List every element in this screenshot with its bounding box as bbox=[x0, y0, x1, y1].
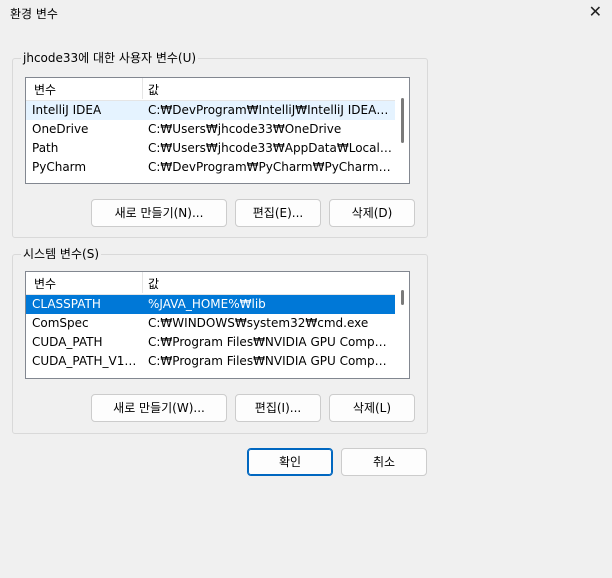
vertical-scrollbar[interactable] bbox=[395, 78, 409, 183]
user-variables-group: jhcode33에 대한 사용자 변수(U) 변수 값 IntelliJ IDE… bbox=[12, 50, 428, 238]
variable-name: IntelliJ IDEA bbox=[32, 103, 102, 117]
variable-name: Path bbox=[32, 141, 59, 155]
variable-name: OneDrive bbox=[32, 122, 89, 136]
user-variables-list[interactable]: 변수 값 IntelliJ IDEA C:₩DevProgram₩Intelli… bbox=[25, 77, 410, 184]
variable-name: CUDA_PATH_V10_1 bbox=[32, 354, 142, 368]
user-new-button[interactable]: 새로 만들기(N)... bbox=[91, 199, 227, 227]
vertical-scrollbar[interactable] bbox=[395, 272, 409, 378]
system-delete-button[interactable]: 삭제(L) bbox=[329, 394, 415, 422]
variable-name: CLASSPATH bbox=[32, 297, 101, 311]
column-header-value[interactable]: 값 bbox=[148, 81, 159, 98]
system-variables-list[interactable]: 변수 값 CLASSPATH %JAVA_HOME%₩lib ComSpec C… bbox=[25, 271, 410, 379]
variable-value: C:₩DevProgram₩PyCharm₩PyCharm 202... bbox=[148, 160, 392, 174]
table-row-selected[interactable]: CLASSPATH %JAVA_HOME%₩lib bbox=[26, 295, 395, 314]
table-row[interactable]: ComSpec C:₩WINDOWS₩system32₩cmd.exe bbox=[26, 314, 395, 333]
user-edit-button[interactable]: 편집(E)... bbox=[235, 199, 321, 227]
variable-value: C:₩DevProgram₩IntelliJ₩IntelliJ IDEA 202… bbox=[148, 103, 392, 117]
list-header: 변수 값 bbox=[26, 272, 395, 295]
user-delete-button[interactable]: 삭제(D) bbox=[329, 199, 415, 227]
cancel-button[interactable]: 취소 bbox=[341, 448, 427, 476]
variable-value: C:₩Program Files₩NVIDIA GPU Computing... bbox=[148, 335, 392, 349]
column-divider[interactable] bbox=[142, 78, 143, 99]
variable-name: CUDA_PATH bbox=[32, 335, 103, 349]
close-icon[interactable]: ✕ bbox=[589, 2, 602, 21]
variable-value: C:₩WINDOWS₩system32₩cmd.exe bbox=[148, 316, 369, 330]
scroll-thumb[interactable] bbox=[401, 290, 404, 305]
list-header: 변수 값 bbox=[26, 78, 395, 101]
variable-name: PyCharm bbox=[32, 160, 87, 174]
variable-value: %JAVA_HOME%₩lib bbox=[148, 297, 266, 311]
window-title: 환경 변수 bbox=[10, 7, 58, 21]
variable-value: C:₩Program Files₩NVIDIA GPU Computing... bbox=[148, 354, 392, 368]
system-variables-rows: CLASSPATH %JAVA_HOME%₩lib ComSpec C:₩WIN… bbox=[26, 295, 395, 378]
table-row[interactable]: CUDA_PATH_V10_1 C:₩Program Files₩NVIDIA … bbox=[26, 352, 395, 371]
column-divider[interactable] bbox=[142, 272, 143, 293]
table-row[interactable]: IntelliJ IDEA C:₩DevProgram₩IntelliJ₩Int… bbox=[26, 101, 395, 120]
table-row[interactable]: OneDrive C:₩Users₩jhcode33₩OneDrive bbox=[26, 120, 395, 139]
variable-name: ComSpec bbox=[32, 316, 89, 330]
variable-value: C:₩Users₩jhcode33₩AppData₩Local₩Micr... bbox=[148, 141, 392, 155]
system-variables-label: 시스템 변수(S) bbox=[21, 246, 101, 262]
table-row[interactable]: CUDA_PATH C:₩Program Files₩NVIDIA GPU Co… bbox=[26, 333, 395, 352]
variable-value: C:₩Users₩jhcode33₩OneDrive bbox=[148, 122, 342, 136]
column-header-value[interactable]: 값 bbox=[148, 275, 159, 292]
system-edit-button[interactable]: 편집(I)... bbox=[235, 394, 321, 422]
user-variables-label: jhcode33에 대한 사용자 변수(U) bbox=[21, 50, 199, 66]
ok-button[interactable]: 확인 bbox=[247, 448, 333, 476]
column-header-variable[interactable]: 변수 bbox=[34, 275, 56, 292]
column-header-variable[interactable]: 변수 bbox=[34, 81, 56, 98]
system-new-button[interactable]: 새로 만들기(W)... bbox=[91, 394, 227, 422]
title-bar: 환경 변수 ✕ bbox=[0, 0, 612, 30]
scroll-thumb[interactable] bbox=[401, 98, 404, 143]
user-variables-rows: IntelliJ IDEA C:₩DevProgram₩IntelliJ₩Int… bbox=[26, 101, 395, 183]
system-variables-group: 시스템 변수(S) 변수 값 CLASSPATH %JAVA_HOME%₩lib… bbox=[12, 246, 428, 434]
table-row[interactable]: PyCharm C:₩DevProgram₩PyCharm₩PyCharm 20… bbox=[26, 158, 395, 177]
table-row[interactable]: Path C:₩Users₩jhcode33₩AppData₩Local₩Mic… bbox=[26, 139, 395, 158]
